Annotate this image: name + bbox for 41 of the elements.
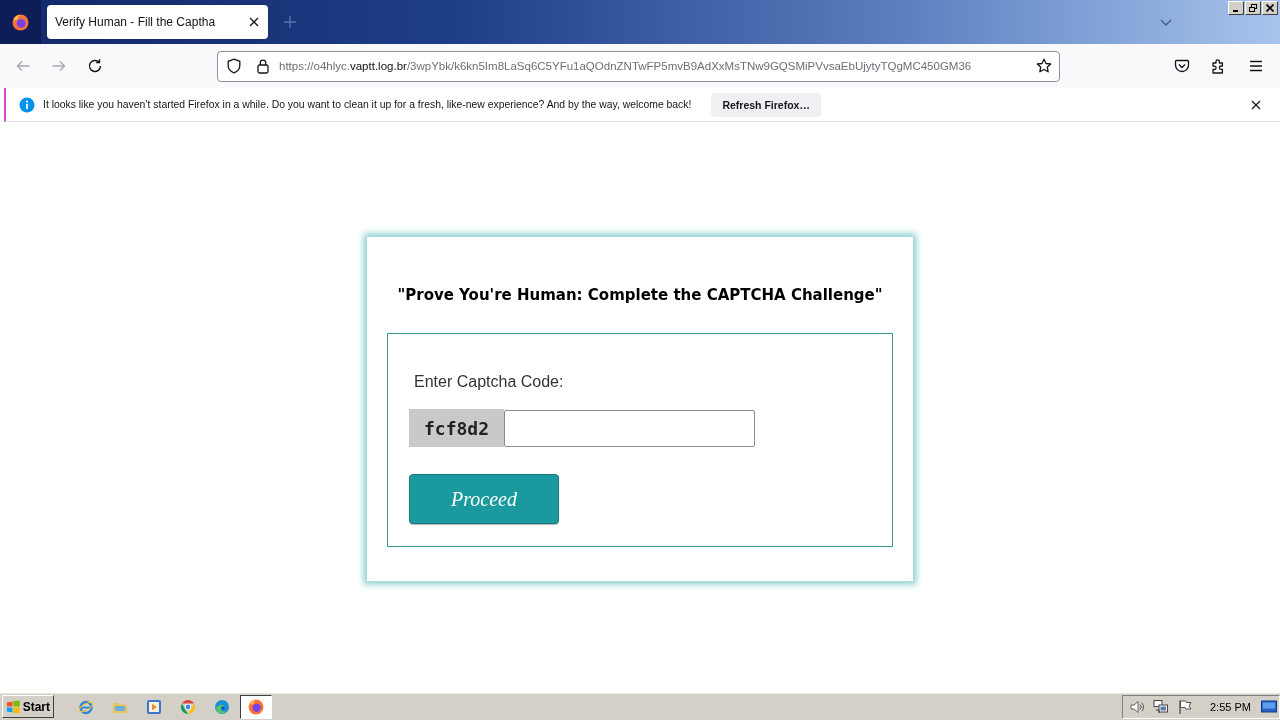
close-icon[interactable] — [249, 17, 259, 27]
windows-flag-icon — [6, 698, 21, 715]
page-heading: "Prove You're Human: Complete the CAPTCHA Challenge" — [396, 285, 884, 305]
notification-message: It looks like you haven’t started Firefox in a while. Do you want to clean it up for a fresh, like-new experience? And by the way, welcome back! — [43, 99, 692, 110]
app-menu-button[interactable] — [0, 0, 41, 44]
menu-icon[interactable] — [1248, 58, 1264, 74]
tricolor-ring-icon — [180, 698, 196, 715]
shield-icon[interactable] — [226, 58, 242, 74]
speaker-icon[interactable] — [1129, 698, 1145, 715]
chevron-down-icon[interactable] — [1160, 18, 1172, 26]
fox-globe-icon — [12, 13, 29, 31]
clock-time[interactable]: 2:55 PM — [1210, 700, 1251, 713]
minimize-button[interactable] — [1228, 1, 1244, 15]
network-icon[interactable] — [1153, 698, 1169, 715]
close-icon[interactable] — [1251, 99, 1261, 110]
close-icon — [1266, 4, 1274, 12]
info-icon — [19, 96, 35, 113]
star-icon[interactable] — [1036, 58, 1052, 74]
taskbar-app-button[interactable] — [240, 694, 272, 719]
swirl-icon — [214, 698, 230, 715]
reload-icon — [87, 58, 103, 74]
forward-arrow-icon — [51, 58, 67, 74]
fox-globe-icon — [248, 698, 264, 715]
show-desktop-icon[interactable] — [1261, 698, 1277, 715]
play-icon — [146, 698, 162, 715]
lock-icon[interactable] — [256, 58, 270, 74]
restore-button[interactable] — [1245, 1, 1261, 15]
refresh-button[interactable]: Refresh Firefox… — [711, 92, 821, 117]
pocket-icon[interactable] — [1174, 58, 1190, 74]
browser-e-icon — [78, 698, 94, 715]
back-arrow-icon — [15, 58, 31, 74]
url-text: https://o4hlyc.vaptt.log.br/3wpYbk/k6kn5Im8LaSq6C5YFu1aQOdnZNTwFP5mvB9AdXxMsTNw9GQSMiPVvsaEbUjytyTQgMC450GM36 — [279, 60, 973, 72]
restore-icon — [1249, 4, 1257, 12]
browser-tab[interactable]: Verify Human - Fill the Captha — [47, 5, 268, 39]
captcha-code: fcf8d2 — [409, 409, 504, 447]
address-bar[interactable]: https://o4hlyc.vaptt.log.br/3wpYbk/k6kn5Im8LaSq6C5YFu1aQOdnZNTwFP5mvB9AdXxMsTNw9GQSMiPVvsaEbUjytyTQgMC450GM36 — [217, 50, 1060, 82]
captcha-label: Enter Captcha Code: — [414, 373, 565, 391]
flag-icon[interactable] — [1177, 698, 1193, 715]
captcha-input-field[interactable] — [504, 409, 755, 447]
start-button[interactable]: Start — [2, 695, 54, 718]
close-window-button[interactable] — [1262, 1, 1278, 15]
